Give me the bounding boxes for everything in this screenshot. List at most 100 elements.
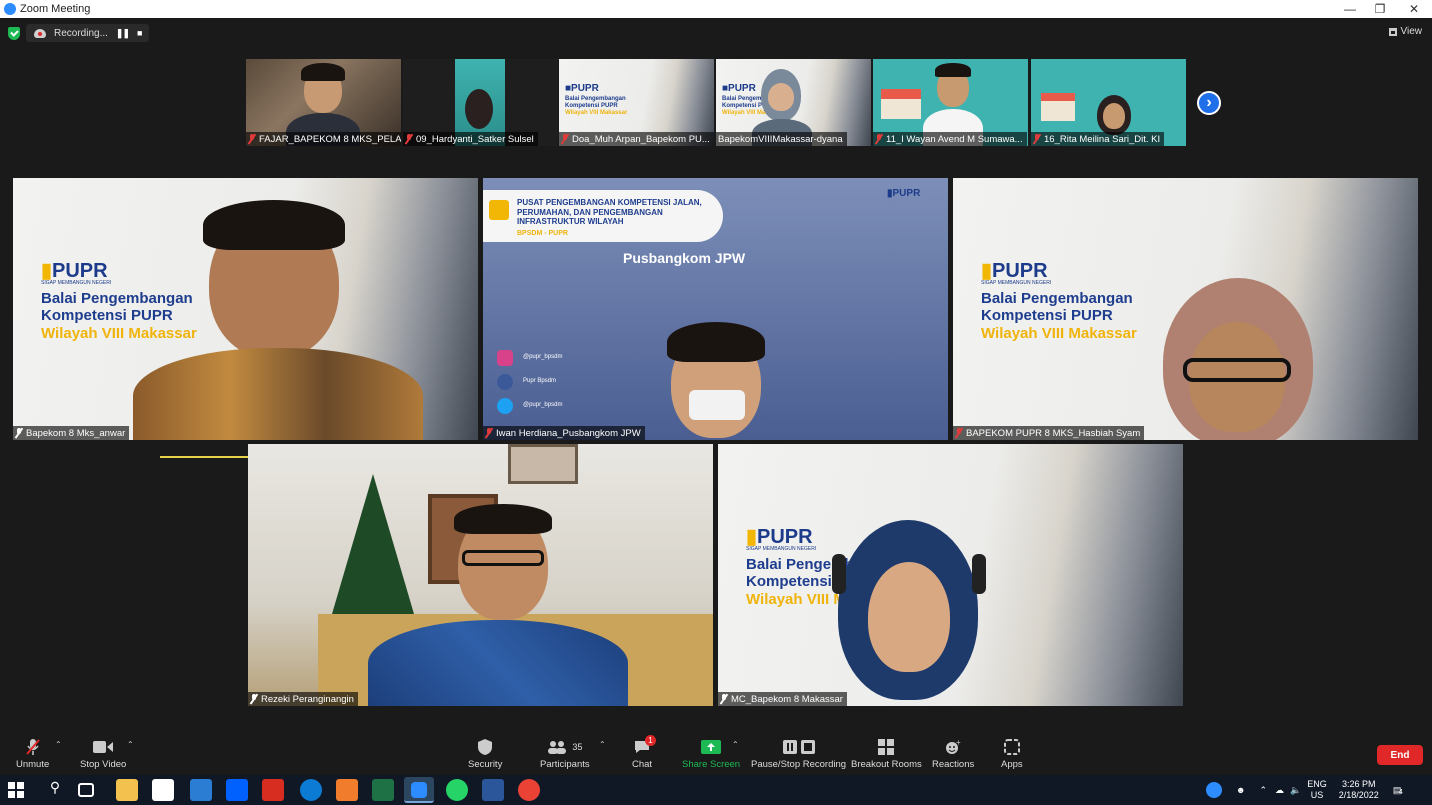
participants-button[interactable]: 35 Participants — [540, 737, 590, 770]
recording-indicator: Recording... ❚❚ ■ — [26, 24, 150, 42]
participants-chevron-icon[interactable]: ⌃ — [599, 740, 606, 749]
store-icon[interactable] — [152, 779, 174, 801]
window-title: Zoom Meeting — [20, 3, 91, 15]
video-tile-hasbiah[interactable]: ▮PUPR SIGAP MEMBANGUN NEGERI Balai Penge… — [953, 178, 1418, 440]
restore-button[interactable]: ❐ — [1362, 0, 1398, 18]
window-titlebar: Zoom Meeting — ❐ ✕ — [0, 0, 1432, 18]
pause-recording-icon[interactable]: ❚❚ — [116, 28, 130, 39]
chrome-icon[interactable] — [518, 779, 540, 801]
edge-icon[interactable] — [300, 779, 322, 801]
encryption-shield-icon[interactable] — [8, 26, 20, 40]
video-tile-rezeki[interactable]: Rezeki Peranginangin — [248, 444, 713, 706]
mic-muted-icon — [25, 737, 41, 757]
windows-start-icon[interactable] — [8, 782, 24, 798]
recording-label: Recording... — [54, 27, 108, 39]
mic-muted-icon — [561, 134, 569, 144]
mic-muted-icon — [250, 694, 258, 704]
participant-name-tag: Iwan Herdiana_Pusbangkom JPW — [483, 426, 645, 440]
view-button[interactable]: View — [1388, 26, 1422, 37]
svg-text:+: + — [956, 739, 961, 747]
windows-taskbar: ⚲ ☻ ⌃ ☁ 🔈 ENG US 3:26 PM 2/18/2022 ▤ 4 — [0, 775, 1432, 805]
mic-muted-icon — [15, 428, 23, 438]
thumbnail-name-tag: Doa_Muh Arpan_Bapekom PU... — [559, 132, 714, 146]
mic-muted-icon — [248, 134, 256, 144]
recording-controls-icon — [782, 737, 815, 757]
audio-options-chevron-icon[interactable]: ⌃ — [55, 740, 62, 749]
end-meeting-button[interactable]: End — [1377, 745, 1423, 765]
user-icon[interactable]: ☻ — [1236, 785, 1245, 795]
share-options-chevron-icon[interactable]: ⌃ — [732, 740, 739, 749]
thumbnail-name-tag: 09_Hardyanti_Satker Sulsel — [403, 132, 538, 146]
share-screen-icon — [701, 737, 722, 757]
shield-icon — [478, 737, 493, 757]
participant-name-tag: BAPEKOM PUPR 8 MKS_Hasbiah Syam — [953, 426, 1145, 440]
mail-icon[interactable] — [190, 779, 212, 801]
participant-name-tag: Rezeki Peranginangin — [248, 692, 358, 706]
thumbnail-video-2[interactable]: 09_Hardyanti_Satker Sulsel — [403, 59, 558, 146]
mic-muted-icon — [955, 428, 963, 438]
mic-muted-icon — [875, 134, 883, 144]
thumbnail-video-3[interactable]: ■PUPR Balai Pengembangan Kompetensi PUPR W… — [559, 59, 714, 146]
thumbnail-name-tag: BapekomVIIIMakassar-dyana — [716, 132, 847, 146]
excel-icon[interactable] — [372, 779, 394, 801]
view-grid-icon — [1388, 27, 1397, 36]
notification-icon[interactable]: ▤ 4 — [1393, 785, 1403, 796]
close-button[interactable]: ✕ — [1396, 0, 1432, 18]
video-tile-iwan[interactable]: PUSAT PENGEMBANGAN KOMPETENSI JALAN, PER… — [483, 178, 948, 440]
video-tile-mc[interactable]: ▮PUPR SIGAP MEMBANGUN NEGERI Balai Penge… — [718, 444, 1183, 706]
video-options-chevron-icon[interactable]: ⌃ — [127, 740, 134, 749]
chat-unread-badge: 1 — [645, 735, 656, 746]
search-icon[interactable]: ⚲ — [44, 779, 66, 801]
participant-name-tag: Bapekom 8 Mks_anwar — [13, 426, 130, 440]
thumbnail-name-tag: 16_Rita Meilina Sari_Dit. KI — [1031, 132, 1165, 146]
whatsapp-icon[interactable] — [446, 779, 468, 801]
file-explorer-icon[interactable] — [116, 779, 138, 801]
cloud-recording-icon — [34, 28, 46, 38]
participants-icon: 35 — [547, 737, 582, 757]
stop-video-button[interactable]: Stop Video — [80, 737, 126, 770]
pause-stop-recording-button[interactable]: Pause/Stop Recording — [751, 737, 846, 770]
dropbox-icon[interactable] — [226, 779, 248, 801]
next-page-arrow-icon[interactable]: › — [1197, 91, 1221, 115]
mic-muted-icon — [405, 134, 413, 144]
zoom-taskbar-icon[interactable] — [404, 777, 434, 803]
thumbnail-name-tag: FAJAR_BAPEKOM 8 MKS_PELA... — [246, 132, 401, 146]
word-icon[interactable] — [482, 779, 504, 801]
unmute-button[interactable]: Unmute — [16, 737, 49, 770]
chat-button[interactable]: 1 Chat — [632, 735, 656, 770]
media-player-icon[interactable] — [336, 779, 358, 801]
video-tile-anwar[interactable]: ▮PUPR SIGAP MEMBANGUN NEGERI Balai Penge… — [13, 178, 478, 440]
breakout-rooms-button[interactable]: Breakout Rooms — [851, 737, 922, 770]
task-view-icon[interactable] — [78, 783, 94, 797]
thumbnail-video-5[interactable]: 11_I Wayan Avend M Sumawa... — [873, 59, 1028, 146]
clock[interactable]: 3:26 PM 2/18/2022 — [1339, 779, 1379, 801]
status-bar: Recording... ❚❚ ■ — [8, 24, 150, 42]
thumbnail-video-6[interactable]: 16_Rita Meilina Sari_Dit. KI — [1031, 59, 1186, 146]
participant-name-tag: MC_Bapekom 8 Makassar — [718, 692, 847, 706]
language-indicator[interactable]: ENG US — [1307, 779, 1327, 801]
thumbnail-video-4[interactable]: ■PUPR Balai Pengembangan Kompetensi PUPR W… — [716, 59, 871, 146]
mic-muted-icon — [1033, 134, 1041, 144]
meeting-area: Recording... ❚❚ ■ View FAJAR_BAPEKOM 8 M… — [0, 18, 1432, 733]
mic-muted-icon — [720, 694, 728, 704]
help-icon[interactable] — [1206, 782, 1222, 798]
cloud-icon[interactable]: ☁ — [1275, 785, 1284, 796]
apps-icon — [1003, 737, 1020, 757]
thumbnail-name-tag: 11_I Wayan Avend M Sumawa... — [873, 132, 1027, 146]
system-tray: ☻ ⌃ ☁ 🔈 ENG US 3:26 PM 2/18/2022 ▤ 4 — [1206, 775, 1403, 805]
mic-muted-icon — [485, 428, 493, 438]
breakout-rooms-icon — [878, 737, 895, 757]
security-button[interactable]: Security — [468, 737, 502, 770]
apps-button[interactable]: Apps — [1001, 737, 1023, 770]
reactions-button[interactable]: + Reactions — [932, 737, 974, 770]
stop-recording-icon[interactable]: ■ — [137, 28, 143, 38]
meeting-toolbar: Unmute ⌃ Stop Video ⌃ Security 35 Partic… — [0, 733, 1432, 775]
smiley-plus-icon: + — [945, 737, 961, 757]
tray-chevron-icon[interactable]: ⌃ — [1259, 785, 1267, 796]
slide-title: PUSAT PENGEMBANGAN KOMPETENSI JALAN, PER… — [517, 198, 702, 227]
thumbnail-video-1[interactable]: FAJAR_BAPEKOM 8 MKS_PELA... — [246, 59, 401, 146]
app-icon[interactable] — [262, 779, 284, 801]
video-camera-icon — [93, 737, 114, 757]
volume-icon[interactable]: 🔈 — [1290, 785, 1301, 796]
zoom-app-icon — [4, 3, 16, 15]
